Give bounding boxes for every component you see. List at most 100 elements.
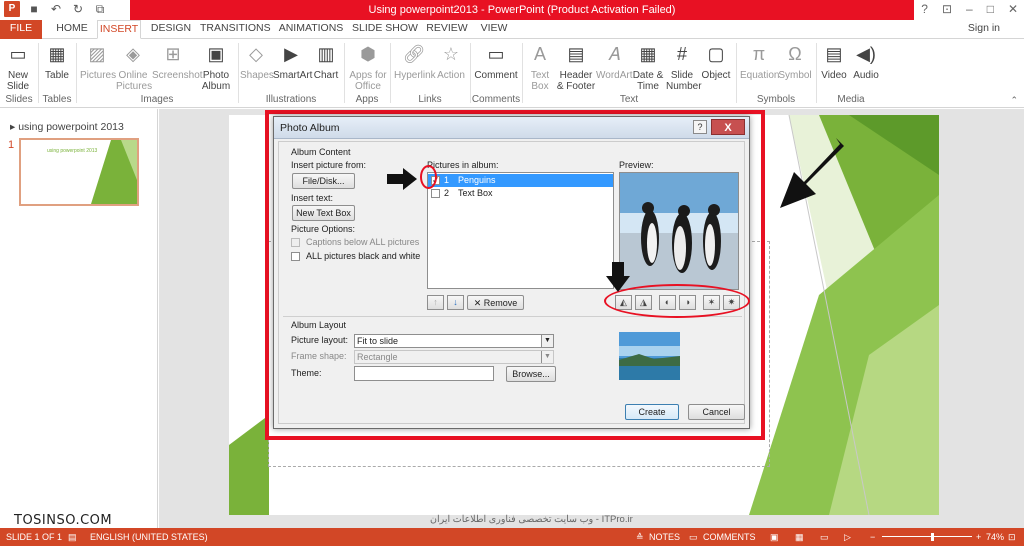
frame-shape-label: Frame shape: <box>291 351 347 361</box>
slide-number-button[interactable]: # Slide Number <box>666 41 702 92</box>
group-label-illustrations: Illustrations <box>265 94 317 105</box>
tab-design[interactable]: DESIGN <box>148 20 194 39</box>
preview-label: Preview: <box>619 160 654 170</box>
tab-insert[interactable]: INSERT <box>97 20 141 39</box>
dialog-close-button[interactable]: X <box>711 119 745 135</box>
wordart-button[interactable]: 𝐴 WordArt <box>596 41 633 81</box>
object-button[interactable]: ▢ Object <box>700 41 732 81</box>
black-white-checkbox[interactable] <box>291 252 300 261</box>
zoom-slider-thumb[interactable] <box>930 533 934 541</box>
screenshot-button[interactable]: ⊞ Screenshot <box>152 41 203 81</box>
tab-transitions[interactable]: TRANSITIONS <box>200 20 271 39</box>
save-icon[interactable]: ■ <box>26 1 42 17</box>
pictures-button[interactable]: ▨ Pictures <box>80 41 116 81</box>
annotation-circle-checkbox <box>420 165 437 189</box>
comments-icon[interactable]: ▭ <box>689 528 698 546</box>
tab-animations[interactable]: ANIMATIONS <box>278 20 344 39</box>
notes-button[interactable]: NOTES <box>649 528 680 546</box>
sign-in-link[interactable]: Sign in <box>968 22 1000 34</box>
slide-thumbnail[interactable]: using powerpoint 2013 <box>19 138 139 206</box>
maximize-icon[interactable]: □ <box>987 2 994 16</box>
header-footer-button[interactable]: ▤ Header & Footer <box>556 41 596 92</box>
move-down-button[interactable]: ↓ <box>447 295 464 310</box>
omega-icon: Ω <box>788 44 802 64</box>
object-icon: ▢ <box>707 44 725 64</box>
tab-file[interactable]: FILE <box>0 20 42 39</box>
text-box-checkbox[interactable] <box>431 189 440 198</box>
list-item[interactable]: 2 Text Box <box>428 187 613 200</box>
new-text-box-button[interactable]: New Text Box <box>292 205 355 221</box>
symbol-button[interactable]: Ω Symbol <box>778 41 812 81</box>
text-box-button[interactable]: A Text Box <box>526 41 554 92</box>
equation-button[interactable]: π Equation <box>740 41 779 81</box>
ribbon-display-icon[interactable]: ⊡ <box>942 2 952 16</box>
smartart-button[interactable]: ▶ SmartArt <box>273 41 312 81</box>
help-icon[interactable]: ? <box>921 2 928 16</box>
file-disk-button[interactable]: File/Disk... <box>292 173 355 189</box>
group-label-apps: Apps <box>355 94 379 105</box>
video-button[interactable]: ▤ Video <box>818 41 850 81</box>
apps-for-office-button[interactable]: ⬢ Apps for Office <box>348 41 388 92</box>
chart-button[interactable]: ▥ Chart <box>312 41 340 81</box>
dialog-help-button[interactable]: ? <box>693 120 707 134</box>
language-status[interactable]: ENGLISH (UNITED STATES) <box>90 528 208 546</box>
group-label-media: Media <box>837 94 865 105</box>
photo-album-button[interactable]: ▣ Photo Album <box>198 41 234 92</box>
tab-slide-show[interactable]: SLIDE SHOW <box>352 20 418 39</box>
comments-button[interactable]: COMMENTS <box>703 528 756 546</box>
pictures-icon: ▨ <box>88 44 106 64</box>
captions-checkbox[interactable] <box>291 238 300 247</box>
cancel-button[interactable]: Cancel <box>688 404 745 420</box>
online-pictures-button[interactable]: ◈ Online Pictures <box>116 41 152 92</box>
list-item[interactable]: 1 Penguins <box>428 174 613 187</box>
notes-icon[interactable]: ≙ <box>636 528 644 546</box>
minimize-icon[interactable]: – <box>966 2 973 16</box>
frame-shape-select[interactable]: Rectangle ▼ <box>354 350 554 364</box>
brand-watermark: TOSINSO.COM <box>14 513 113 528</box>
spelling-icon[interactable]: ▤ <box>68 528 77 546</box>
normal-view-icon[interactable]: ▣ <box>770 528 779 546</box>
group-label-comments: Comments <box>471 94 521 105</box>
date-time-button[interactable]: ▦ Date & Time <box>632 41 664 92</box>
tab-home[interactable]: HOME <box>52 20 92 39</box>
picture-options-label: Picture Options: <box>291 224 356 234</box>
table-button[interactable]: ▦ Table <box>42 41 72 81</box>
tab-review[interactable]: REVIEW <box>425 20 469 39</box>
reading-view-icon[interactable]: ▭ <box>820 528 829 546</box>
screenshot-icon: ⊞ <box>165 44 181 64</box>
section-title[interactable]: ▸ using powerpoint 2013 <box>10 121 124 133</box>
hyperlink-button[interactable]: 🔗︎ Hyperlink <box>394 41 436 81</box>
create-button[interactable]: Create <box>625 404 679 420</box>
remove-button[interactable]: ✕ Remove <box>467 295 524 310</box>
slide-number-label: 1 <box>8 139 15 151</box>
zoom-out-icon[interactable]: − <box>870 528 875 546</box>
black-white-label: ALL pictures black and white <box>306 251 421 261</box>
slideshow-icon[interactable]: ▷ <box>844 528 851 546</box>
chevron-down-icon: ▼ <box>541 351 553 363</box>
start-from-beginning-icon[interactable]: ⧉ <box>92 1 108 17</box>
collapse-ribbon-icon[interactable]: ⌃ <box>1010 95 1018 106</box>
browse-button[interactable]: Browse... <box>506 366 556 382</box>
close-icon[interactable]: ✕ <box>1008 2 1018 16</box>
zoom-in-icon[interactable]: + <box>976 528 981 546</box>
theme-input[interactable] <box>354 366 494 381</box>
group-label-images: Images <box>140 94 174 105</box>
tab-view[interactable]: VIEW <box>477 20 511 39</box>
move-up-button[interactable]: ↑ <box>427 295 444 310</box>
shapes-button[interactable]: ◇ Shapes <box>240 41 274 81</box>
fit-slide-icon[interactable]: ⊡ <box>1008 528 1016 546</box>
slide-sorter-icon[interactable]: ▦ <box>795 528 804 546</box>
calendar-icon: ▦ <box>639 44 657 64</box>
zoom-slider[interactable] <box>882 536 972 537</box>
action-button[interactable]: ☆ Action <box>436 41 466 81</box>
landscape-thumbnail <box>619 332 680 380</box>
new-slide-button[interactable]: ▭ New Slide <box>2 41 34 92</box>
text-box-icon: A <box>533 44 546 64</box>
pictures-list[interactable]: 1 Penguins 2 Text Box <box>427 172 614 289</box>
redo-icon[interactable]: ↻ <box>70 1 86 17</box>
picture-layout-select[interactable]: Fit to slide ▼ <box>354 334 554 348</box>
comment-button[interactable]: ▭ Comment <box>474 41 518 81</box>
zoom-level[interactable]: 74% <box>986 528 1004 546</box>
undo-icon[interactable]: ↶ <box>48 1 64 17</box>
audio-button[interactable]: ◀) Audio <box>850 41 882 81</box>
